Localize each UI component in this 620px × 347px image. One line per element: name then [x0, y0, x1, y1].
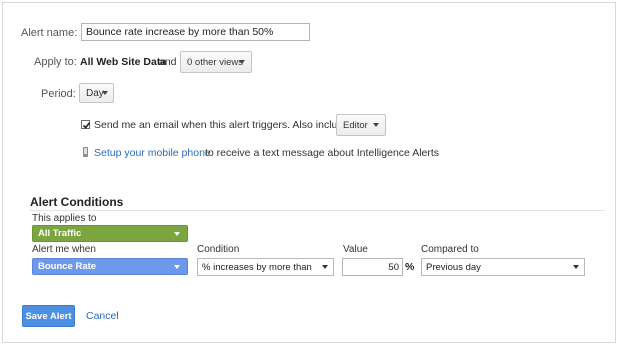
traffic-segment-dropdown[interactable]: All Traffic [32, 225, 188, 242]
value-label: Value [343, 244, 368, 255]
editor-dropdown-label: Editor [343, 119, 368, 131]
condition-label: Condition [197, 244, 240, 255]
metric-label: Bounce Rate [38, 261, 97, 272]
apply-to-property: All Web Site Data [80, 56, 167, 68]
mobile-text: to receive a text message about Intellig… [205, 147, 440, 159]
views-dropdown[interactable]: 0 other views [180, 51, 252, 73]
value-unit: % [405, 261, 415, 273]
chevron-down-icon [174, 264, 180, 269]
applies-to-label: This applies to [32, 213, 97, 224]
alert-name-input[interactable] [81, 23, 310, 41]
editor-dropdown[interactable]: Editor [336, 114, 386, 136]
cancel-link[interactable]: Cancel [86, 310, 119, 322]
mobile-phone-icon [83, 147, 88, 157]
alert-dialog [2, 2, 616, 343]
alert-name-label: Alert name: [21, 27, 78, 39]
period-dropdown[interactable]: Day [79, 83, 114, 103]
save-alert-button[interactable]: Save Alert [22, 305, 75, 327]
save-alert-label: Save Alert [25, 310, 72, 322]
chevron-down-icon [102, 91, 108, 95]
chevron-down-icon [573, 265, 579, 269]
compared-to-value: Previous day [426, 261, 481, 273]
metric-dropdown[interactable]: Bounce Rate [32, 258, 188, 275]
alert-me-when-label: Alert me when [32, 244, 96, 255]
apply-to-and: and [159, 56, 177, 68]
chevron-down-icon [174, 231, 180, 236]
setup-mobile-link[interactable]: Setup your mobile phone [94, 147, 211, 159]
value-input[interactable] [342, 258, 403, 276]
email-option-text: Send me an email when this alert trigger… [94, 119, 350, 131]
compared-to-select[interactable]: Previous day [421, 258, 585, 276]
alert-conditions-title: Alert Conditions [30, 195, 124, 209]
compared-to-label: Compared to [421, 244, 479, 255]
chevron-down-icon [373, 123, 379, 127]
period-label: Period: [41, 88, 76, 100]
checkmark-icon [82, 122, 91, 129]
views-dropdown-label: 0 other views [187, 56, 243, 68]
apply-to-label: Apply to: [34, 56, 77, 68]
traffic-segment-label: All Traffic [38, 228, 82, 239]
condition-select[interactable]: % increases by more than [197, 258, 334, 276]
chevron-down-icon [239, 60, 245, 64]
email-checkbox[interactable] [81, 120, 91, 129]
section-divider [30, 210, 605, 211]
condition-value: % increases by more than [202, 261, 312, 273]
chevron-down-icon [322, 265, 328, 269]
